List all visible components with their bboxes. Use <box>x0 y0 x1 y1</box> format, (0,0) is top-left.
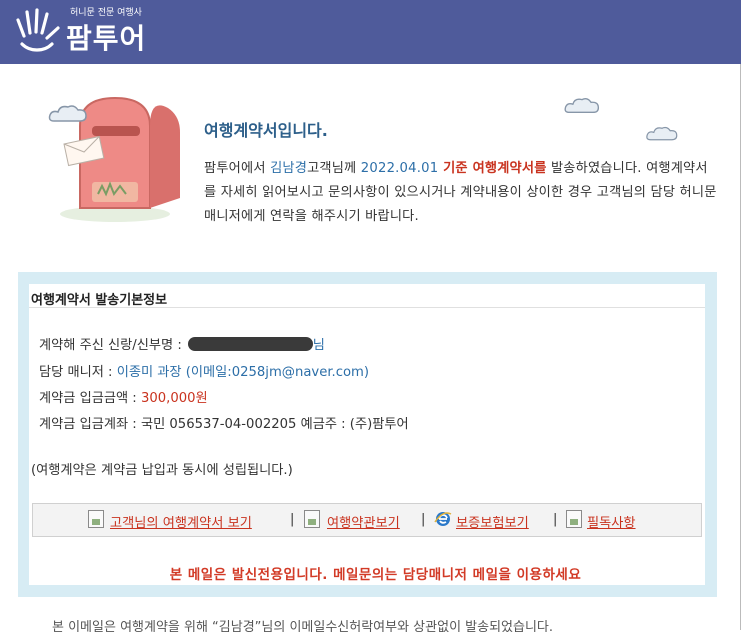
contract-name-label: 계약해 주신 신랑/신부명 : <box>39 338 182 353</box>
manager-value: 이종미 과장 (이메일:0258jm@naver.com) <box>116 365 370 380</box>
account-row: 계약금 입금계좌 : 국민 056537-04-002205 예금주 : (주)… <box>39 413 409 432</box>
intro-text: 팜투어에서 <box>204 161 271 176</box>
document-icon <box>304 510 320 528</box>
account-value: 국민 056537-04-002205 예금주 : (주)팜투어 <box>140 417 409 432</box>
deposit-label: 계약금 입금금액 : <box>39 391 141 406</box>
footer-notice: 본 이메일은 여행계약을 위해 “김남경”님의 이메일수신허락여부와 상관없이 … <box>52 620 554 632</box>
standard-label: 기준 <box>438 161 473 176</box>
contract-view-link[interactable]: 고객님의 여행계약서 보기 <box>110 512 252 531</box>
contract-name-row: 계약해 주신 신랑/신부명 : 님 <box>39 334 325 353</box>
account-label: 계약금 입금계좌 : <box>39 417 141 432</box>
cloud-icon <box>646 126 678 141</box>
document-icon <box>88 510 104 528</box>
notice-link[interactable]: 필독사항 <box>587 512 636 531</box>
redacted-name <box>187 337 313 351</box>
ie-icon <box>434 512 452 526</box>
contract-name-suffix: 님 <box>312 338 325 353</box>
contract-doc-label: 여행계약서를 <box>472 161 547 176</box>
document-icon <box>566 510 582 528</box>
deposit-value: 300,000원 <box>140 391 208 406</box>
contract-date: 2022.04.01 <box>360 161 439 176</box>
send-only-warning: 본 메일은 발신전용입니다. 메일문의는 담당매니저 메일을 이용하세요 <box>169 567 582 583</box>
insurance-view-link[interactable]: 보증보험보기 <box>456 512 529 531</box>
cloud-icon <box>564 98 600 114</box>
separator: | <box>290 512 295 527</box>
logo-hand-icon <box>16 8 60 52</box>
manager-label: 담당 매니저 : <box>39 365 117 380</box>
link-bar: 고객님의 여행계약서 보기 | 여행약관보기 | 보증보험보기 | 필독사항 <box>32 503 702 537</box>
separator: | <box>553 512 558 527</box>
separator: | <box>421 512 426 527</box>
customer-name: 김남경 <box>270 161 308 176</box>
divider <box>29 307 705 308</box>
page-title: 여행계약서입니다. <box>204 121 328 140</box>
footer-text: 본 이메일은 여행계약을 위해 “김남경”님의 이메일수신허락여부와 상관없이 … <box>0 620 741 632</box>
intro-text: 고객님께 <box>307 161 361 176</box>
deposit-row: 계약금 입금금액 : 300,000원 <box>39 387 208 406</box>
contract-note: (여행계약은 계약금 납입과 동시에 성립됩니다.) <box>31 463 293 478</box>
info-heading: 여행계약서 발송기본정보 <box>31 293 168 308</box>
cloud-icon <box>48 105 87 122</box>
manager-row: 담당 매니저 : 이종미 과장 (이메일:0258jm@naver.com) <box>39 361 369 380</box>
logo-brand[interactable]: 팜투어 <box>66 17 146 57</box>
info-box <box>29 284 705 585</box>
terms-view-link[interactable]: 여행약관보기 <box>327 512 400 531</box>
header-bar: 허니문 전문 여행사 팜투어 <box>0 0 741 64</box>
intro-paragraph: 팜투어에서 김남경고객님께 2022.04.01 기준 여행계약서를 발송하였습… <box>204 157 719 229</box>
